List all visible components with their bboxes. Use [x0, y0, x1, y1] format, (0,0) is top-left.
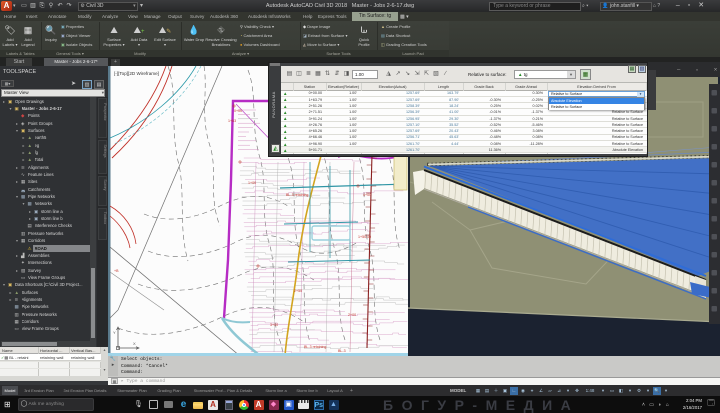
svg-text:+B: +B	[114, 269, 119, 273]
svg-text:BL-3 retaining: BL-3 retaining	[286, 193, 308, 197]
svg-text:– ▫ ×: – ▫ ×	[677, 68, 720, 74]
svg-text:1+63: 1+63	[228, 119, 236, 123]
svg-text:[-][Top][2D Wireframe]: [-][Top][2D Wireframe]	[114, 71, 159, 76]
svg-text:BL-3: BL-3	[338, 349, 346, 353]
svg-text:BL-3 retaining: BL-3 retaining	[304, 345, 326, 349]
svg-text:0+00: 0+00	[234, 109, 242, 113]
svg-text:Y: Y	[113, 330, 116, 335]
svg-text:1+50.00: 1+50.00	[358, 235, 371, 239]
svg-text:X: X	[133, 341, 136, 346]
svg-text:2+00: 2+00	[348, 313, 356, 317]
svg-text:4+00: 4+00	[363, 193, 371, 197]
svg-text:3+00: 3+00	[270, 323, 278, 327]
svg-text:1+00: 1+00	[248, 181, 256, 185]
svg-text:2+50: 2+50	[294, 289, 302, 293]
